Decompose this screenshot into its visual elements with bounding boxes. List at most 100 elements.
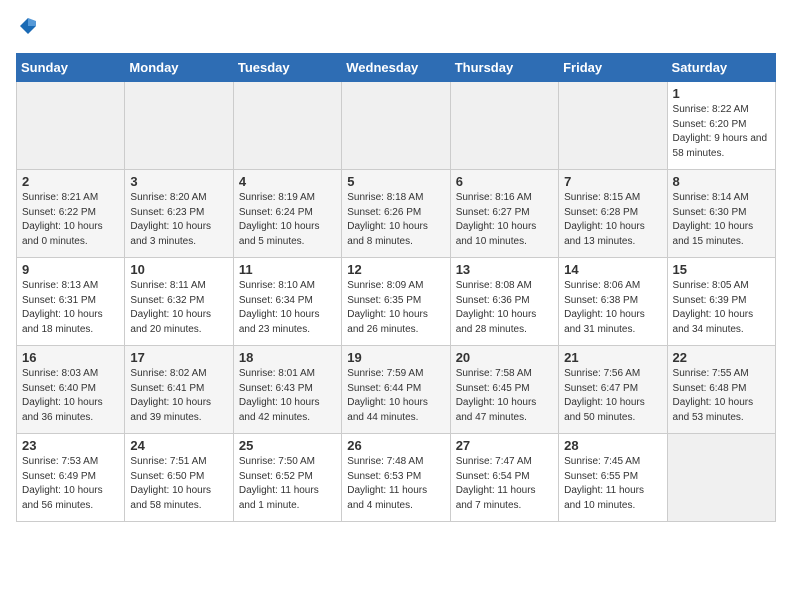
day-info: Sunrise: 8:18 AM Sunset: 6:26 PM Dayligh… — [347, 191, 444, 249]
day-number: 4 — [239, 174, 336, 189]
calendar-day-cell: 3 Sunrise: 8:20 AM Sunset: 6:23 PM Daylig… — [125, 170, 233, 258]
day-info: Sunrise: 7:45 AM Sunset: 6:55 PM Dayligh… — [564, 455, 661, 513]
day-info: Sunrise: 7:47 AM Sunset: 6:54 PM Dayligh… — [456, 455, 553, 513]
day-info: Sunrise: 8:21 AM Sunset: 6:22 PM Dayligh… — [22, 191, 119, 249]
calendar-day-cell: 20 Sunrise: 7:58 AM Sunset: 6:45 PM Dayli… — [450, 346, 558, 434]
calendar-header-row: SundayMondayTuesdayWednesdayThursdayFrid… — [17, 54, 776, 82]
day-number: 11 — [239, 262, 336, 277]
day-number: 17 — [130, 350, 227, 365]
day-number: 25 — [239, 438, 336, 453]
day-info: Sunrise: 7:58 AM Sunset: 6:45 PM Dayligh… — [456, 367, 553, 425]
day-number: 9 — [22, 262, 119, 277]
calendar-day-cell: 15 Sunrise: 8:05 AM Sunset: 6:39 PM Dayli… — [667, 258, 775, 346]
calendar-day-cell: 12 Sunrise: 8:09 AM Sunset: 6:35 PM Dayli… — [342, 258, 450, 346]
day-number: 22 — [673, 350, 770, 365]
day-number: 16 — [22, 350, 119, 365]
calendar-table: SundayMondayTuesdayWednesdayThursdayFrid… — [16, 53, 776, 522]
calendar-day-cell: 7 Sunrise: 8:15 AM Sunset: 6:28 PM Daylig… — [559, 170, 667, 258]
calendar-day-cell: 8 Sunrise: 8:14 AM Sunset: 6:30 PM Daylig… — [667, 170, 775, 258]
calendar-day-cell: 5Sunrise: 8:18 AM Sunset: 6:26 PM Daylig… — [342, 170, 450, 258]
calendar-day-cell: 27 Sunrise: 7:47 AM Sunset: 6:54 PM Dayli… — [450, 434, 558, 522]
day-number: 23 — [22, 438, 119, 453]
calendar-day-cell: 6 Sunrise: 8:16 AM Sunset: 6:27 PM Daylig… — [450, 170, 558, 258]
calendar-day-cell: 16 Sunrise: 8:03 AM Sunset: 6:40 PM Dayli… — [17, 346, 125, 434]
day-info: Sunrise: 7:50 AM Sunset: 6:52 PM Dayligh… — [239, 455, 336, 513]
day-info: Sunrise: 8:09 AM Sunset: 6:35 PM Dayligh… — [347, 279, 444, 337]
day-number: 27 — [456, 438, 553, 453]
calendar-day-cell — [559, 82, 667, 170]
calendar-day-cell: 23 Sunrise: 7:53 AM Sunset: 6:49 PM Dayli… — [17, 434, 125, 522]
calendar-day-cell: 22Sunrise: 7:55 AM Sunset: 6:48 PM Dayli… — [667, 346, 775, 434]
day-info: Sunrise: 8:01 AM Sunset: 6:43 PM Dayligh… — [239, 367, 336, 425]
day-info: Sunrise: 8:06 AM Sunset: 6:38 PM Dayligh… — [564, 279, 661, 337]
calendar-day-cell: 11 Sunrise: 8:10 AM Sunset: 6:34 PM Dayli… — [233, 258, 341, 346]
day-info: Sunrise: 7:53 AM Sunset: 6:49 PM Dayligh… — [22, 455, 119, 513]
day-info: Sunrise: 8:20 AM Sunset: 6:23 PM Dayligh… — [130, 191, 227, 249]
day-info: Sunrise: 8:05 AM Sunset: 6:39 PM Dayligh… — [673, 279, 770, 337]
calendar-day-cell: 9 Sunrise: 8:13 AM Sunset: 6:31 PM Daylig… — [17, 258, 125, 346]
day-number: 20 — [456, 350, 553, 365]
day-info: Sunrise: 8:08 AM Sunset: 6:36 PM Dayligh… — [456, 279, 553, 337]
day-number: 2 — [22, 174, 119, 189]
logo-icon — [18, 16, 38, 36]
calendar-day-cell: 17 Sunrise: 8:02 AM Sunset: 6:41 PM Dayli… — [125, 346, 233, 434]
calendar-day-cell — [125, 82, 233, 170]
calendar-day-cell — [450, 82, 558, 170]
day-header-friday: Friday — [559, 54, 667, 82]
day-number: 6 — [456, 174, 553, 189]
day-number: 3 — [130, 174, 227, 189]
calendar-day-cell: 2 Sunrise: 8:21 AM Sunset: 6:22 PM Daylig… — [17, 170, 125, 258]
calendar-day-cell — [17, 82, 125, 170]
day-info: Sunrise: 8:15 AM Sunset: 6:28 PM Dayligh… — [564, 191, 661, 249]
calendar-day-cell: 1Sunrise: 8:22 AM Sunset: 6:20 PM Daylig… — [667, 82, 775, 170]
day-number: 10 — [130, 262, 227, 277]
day-number: 28 — [564, 438, 661, 453]
calendar-day-cell: 24Sunrise: 7:51 AM Sunset: 6:50 PM Dayli… — [125, 434, 233, 522]
day-number: 8 — [673, 174, 770, 189]
day-number: 14 — [564, 262, 661, 277]
day-number: 26 — [347, 438, 444, 453]
calendar-day-cell: 4 Sunrise: 8:19 AM Sunset: 6:24 PM Daylig… — [233, 170, 341, 258]
day-header-monday: Monday — [125, 54, 233, 82]
calendar-week-row: 23 Sunrise: 7:53 AM Sunset: 6:49 PM Dayli… — [17, 434, 776, 522]
calendar-day-cell: 25 Sunrise: 7:50 AM Sunset: 6:52 PM Dayli… — [233, 434, 341, 522]
day-info: Sunrise: 7:56 AM Sunset: 6:47 PM Dayligh… — [564, 367, 661, 425]
calendar-day-cell: 21 Sunrise: 7:56 AM Sunset: 6:47 PM Dayli… — [559, 346, 667, 434]
calendar-week-row: 9 Sunrise: 8:13 AM Sunset: 6:31 PM Daylig… — [17, 258, 776, 346]
day-number: 12 — [347, 262, 444, 277]
day-number: 7 — [564, 174, 661, 189]
day-info: Sunrise: 8:11 AM Sunset: 6:32 PM Dayligh… — [130, 279, 227, 337]
calendar-day-cell: 19 Sunrise: 7:59 AM Sunset: 6:44 PM Dayli… — [342, 346, 450, 434]
page-header — [16, 16, 776, 41]
logo — [16, 16, 38, 41]
calendar-day-cell — [667, 434, 775, 522]
calendar-week-row: 1Sunrise: 8:22 AM Sunset: 6:20 PM Daylig… — [17, 82, 776, 170]
day-number: 21 — [564, 350, 661, 365]
day-header-sunday: Sunday — [17, 54, 125, 82]
day-number: 1 — [673, 86, 770, 101]
calendar-day-cell: 10 Sunrise: 8:11 AM Sunset: 6:32 PM Dayli… — [125, 258, 233, 346]
day-header-thursday: Thursday — [450, 54, 558, 82]
day-number: 19 — [347, 350, 444, 365]
day-info: Sunrise: 8:16 AM Sunset: 6:27 PM Dayligh… — [456, 191, 553, 249]
day-info: Sunrise: 8:10 AM Sunset: 6:34 PM Dayligh… — [239, 279, 336, 337]
day-info: Sunrise: 8:13 AM Sunset: 6:31 PM Dayligh… — [22, 279, 119, 337]
calendar-day-cell: 18 Sunrise: 8:01 AM Sunset: 6:43 PM Dayli… — [233, 346, 341, 434]
calendar-day-cell — [233, 82, 341, 170]
calendar-day-cell: 13 Sunrise: 8:08 AM Sunset: 6:36 PM Dayli… — [450, 258, 558, 346]
calendar-week-row: 2 Sunrise: 8:21 AM Sunset: 6:22 PM Daylig… — [17, 170, 776, 258]
calendar-day-cell: 14 Sunrise: 8:06 AM Sunset: 6:38 PM Dayli… — [559, 258, 667, 346]
day-number: 24 — [130, 438, 227, 453]
day-number: 18 — [239, 350, 336, 365]
day-info: Sunrise: 8:19 AM Sunset: 6:24 PM Dayligh… — [239, 191, 336, 249]
day-info: Sunrise: 8:03 AM Sunset: 6:40 PM Dayligh… — [22, 367, 119, 425]
day-header-tuesday: Tuesday — [233, 54, 341, 82]
day-number: 15 — [673, 262, 770, 277]
day-info: Sunrise: 8:02 AM Sunset: 6:41 PM Dayligh… — [130, 367, 227, 425]
calendar-day-cell: 28 Sunrise: 7:45 AM Sunset: 6:55 PM Dayli… — [559, 434, 667, 522]
day-info: Sunrise: 8:14 AM Sunset: 6:30 PM Dayligh… — [673, 191, 770, 249]
day-number: 13 — [456, 262, 553, 277]
day-info: Sunrise: 7:59 AM Sunset: 6:44 PM Dayligh… — [347, 367, 444, 425]
day-header-saturday: Saturday — [667, 54, 775, 82]
day-info: Sunrise: 7:48 AM Sunset: 6:53 PM Dayligh… — [347, 455, 444, 513]
